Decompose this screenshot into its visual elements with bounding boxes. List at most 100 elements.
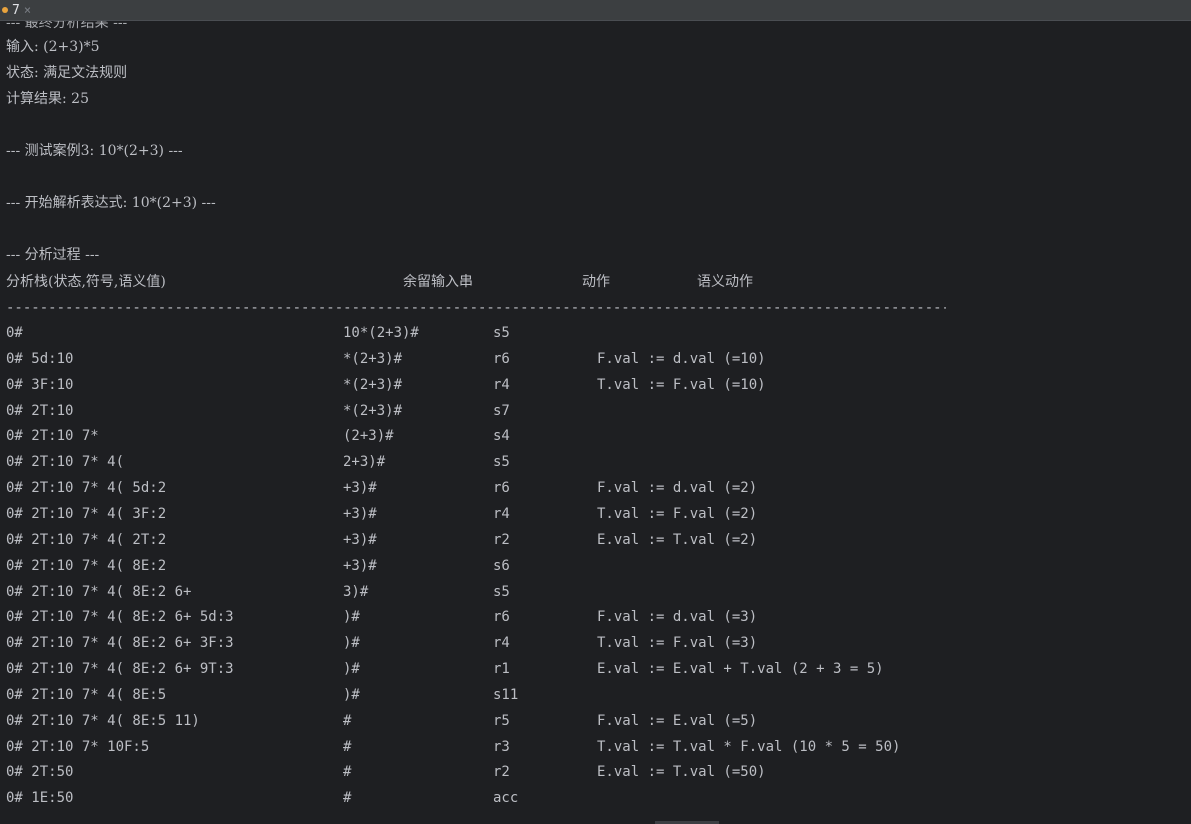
table-row: 0# 2T:10 7* 4( 2+3)# s5 — [0, 452, 1191, 472]
header-semantic: 语义动作 — [697, 274, 753, 290]
table-row: 0# 2T:10 7* 4( 8E:5 )# s11 — [0, 685, 1191, 705]
stack-cell: 0# 1E:50 — [6, 790, 74, 806]
action-cell: r3 — [493, 739, 510, 755]
table-row: 0# 2T:10 7* 4( 8E:2 6+ 9T:3 )# r1 E.val := … — [0, 659, 1191, 679]
input-cell: )# — [343, 687, 360, 703]
input-cell: # — [343, 764, 352, 780]
action-cell: s4 — [493, 428, 510, 444]
input-cell: 10*(2+3)# — [343, 325, 419, 341]
semantic-action-cell: E.val := T.val (=2) — [597, 532, 758, 548]
semantic-action-cell: T.val := F.val (=10) — [597, 377, 766, 393]
stack-cell: 0# 2T:10 — [6, 403, 74, 419]
stack-cell: 0# 2T:10 7* 4( — [6, 454, 125, 470]
action-cell: s6 — [493, 558, 510, 574]
table-row: 0# 2T:10 7* 4( 5d:2 +3)# r6 F.val := d.val … — [0, 478, 1191, 498]
console-output[interactable]: --- 最终分析结果 --- 输入: (2+3)*5 状态: 满足文法规则 计算… — [0, 21, 1191, 824]
semantic-action-cell: E.val := E.val + T.val (2 + 3 = 5) — [597, 661, 884, 677]
test-case-line: --- 测试案例3: 10*(2+3) --- — [6, 143, 183, 159]
tab-bar: 7 × — [0, 0, 1191, 21]
header-action: 动作 — [582, 274, 610, 290]
action-cell: s5 — [493, 584, 510, 600]
status-line: 状态: 满足文法规则 — [6, 65, 128, 81]
input-cell: )# — [343, 661, 360, 677]
action-cell: r6 — [493, 480, 510, 496]
action-cell: s11 — [493, 687, 519, 703]
table-row: 0# 2T:10 7* 4( 8E:5 11) # r5 F.val := E.val… — [0, 711, 1191, 731]
input-cell: (2+3)# — [343, 428, 394, 444]
table-row: 0# 2T:10 7* 4( 8E:2 6+ 5d:3 )# r6 F.val := … — [0, 607, 1191, 627]
table-row: 0# 2T:50 # r2 E.val := T.val (=50) — [0, 762, 1191, 782]
action-cell: r4 — [493, 506, 510, 522]
input-cell: *(2+3)# — [343, 403, 403, 419]
table-row: 0# 2T:10 7* (2+3)# s4 — [0, 426, 1191, 446]
table-row: 0# 1E:50 # acc — [0, 788, 1191, 808]
action-cell: r1 — [493, 661, 510, 677]
close-icon[interactable]: × — [24, 3, 31, 17]
action-cell: r5 — [493, 713, 510, 729]
stack-cell: 0# 2T:50 — [6, 764, 74, 780]
input-cell: 2+3)# — [343, 454, 386, 470]
header-input: 余留输入串 — [403, 274, 473, 290]
action-cell: acc — [493, 790, 519, 806]
stack-cell: 0# 2T:10 7* 4( 8E:2 6+ 3F:3 — [6, 635, 234, 651]
action-cell: r4 — [493, 377, 510, 393]
input-cell: 3)# — [343, 584, 369, 600]
stack-cell: 0# 2T:10 7* 10F:5 — [6, 739, 150, 755]
input-cell: )# — [343, 635, 360, 651]
input-cell: +3)# — [343, 558, 377, 574]
semantic-action-cell: T.val := T.val * F.val (10 * 5 = 50) — [597, 739, 901, 755]
action-cell: r2 — [493, 532, 510, 548]
stack-cell: 0# 2T:10 7* — [6, 428, 99, 444]
input-cell: # — [343, 790, 352, 806]
stack-cell: 0# 5d:10 — [6, 351, 74, 367]
process-heading-line: --- 分析过程 --- — [6, 247, 100, 263]
semantic-action-cell: T.val := F.val (=3) — [597, 635, 758, 651]
action-cell: r4 — [493, 635, 510, 651]
result-line: 计算结果: 25 — [6, 91, 89, 107]
start-parse-line: --- 开始解析表达式: 10*(2+3) --- — [6, 195, 216, 211]
stack-cell: 0# 2T:10 7* 4( 3F:2 — [6, 506, 167, 522]
table-row: 0# 2T:10 7* 4( 3F:2 +3)# r4 T.val := F.val … — [0, 504, 1191, 524]
input-cell: *(2+3)# — [343, 351, 403, 367]
action-cell: r2 — [493, 764, 510, 780]
action-cell: s5 — [493, 454, 510, 470]
run-status-icon — [2, 7, 8, 13]
table-row: 0# 2T:10 7* 4( 8E:2 6+ 3)# s5 — [0, 582, 1191, 602]
action-cell: s7 — [493, 403, 510, 419]
table-row: 0# 2T:10 7* 4( 8E:2 6+ 3F:3 )# r4 T.val := … — [0, 633, 1191, 653]
action-cell: r6 — [493, 351, 510, 367]
input-cell: *(2+3)# — [343, 377, 403, 393]
input-cell: # — [343, 713, 352, 729]
input-line: 输入: (2+3)*5 — [6, 39, 100, 55]
input-cell: # — [343, 739, 352, 755]
table-row: 0# 3F:10 *(2+3)# r4 T.val := F.val (=10) — [0, 375, 1191, 395]
table-row: 0# 2T:10 *(2+3)# s7 — [0, 401, 1191, 421]
semantic-action-cell: F.val := E.val (=5) — [597, 713, 758, 729]
semantic-action-cell: F.val := d.val (=3) — [597, 609, 758, 625]
input-cell: )# — [343, 609, 360, 625]
stack-cell: 0# 2T:10 7* 4( 8E:2 6+ 9T:3 — [6, 661, 234, 677]
stack-cell: 0# 2T:10 7* 4( 8E:5 11) — [6, 713, 200, 729]
action-cell: s5 — [493, 325, 510, 341]
table-row: 0# 2T:10 7* 4( 8E:2 +3)# s6 — [0, 556, 1191, 576]
table-row: 0# 2T:10 7* 10F:5 # r3 T.val := T.val * F.v… — [0, 737, 1191, 757]
header-stack: 分析栈(状态,符号,语义值) — [6, 274, 166, 290]
table-row: 0# 5d:10 *(2+3)# r6 F.val := d.val (=10) — [0, 349, 1191, 369]
input-cell: +3)# — [343, 506, 377, 522]
semantic-action-cell: F.val := d.val (=2) — [597, 480, 758, 496]
stack-cell: 0# 2T:10 7* 4( 8E:2 — [6, 558, 167, 574]
stack-cell: 0# 2T:10 7* 4( 8E:2 6+ — [6, 584, 192, 600]
semantic-action-cell: T.val := F.val (=2) — [597, 506, 758, 522]
action-cell: r6 — [493, 609, 510, 625]
stack-cell: 0# 2T:10 7* 4( 8E:5 — [6, 687, 167, 703]
stack-cell: 0# 2T:10 7* 4( 5d:2 — [6, 480, 167, 496]
table-row: 0# 2T:10 7* 4( 2T:2 +3)# r2 E.val := T.val … — [0, 530, 1191, 550]
tab-title: 7 — [12, 2, 20, 18]
stack-cell: 0# 3F:10 — [6, 377, 74, 393]
semantic-action-cell: E.val := T.val (=50) — [597, 764, 766, 780]
tab-run-7[interactable]: 7 × — [0, 0, 39, 20]
separator-line: ----------------------------------------… — [6, 300, 946, 316]
table-row: 0# 10*(2+3)# s5 — [0, 323, 1191, 343]
stack-cell: 0# 2T:10 7* 4( 8E:2 6+ 5d:3 — [6, 609, 234, 625]
stack-cell: 0# 2T:10 7* 4( 2T:2 — [6, 532, 167, 548]
